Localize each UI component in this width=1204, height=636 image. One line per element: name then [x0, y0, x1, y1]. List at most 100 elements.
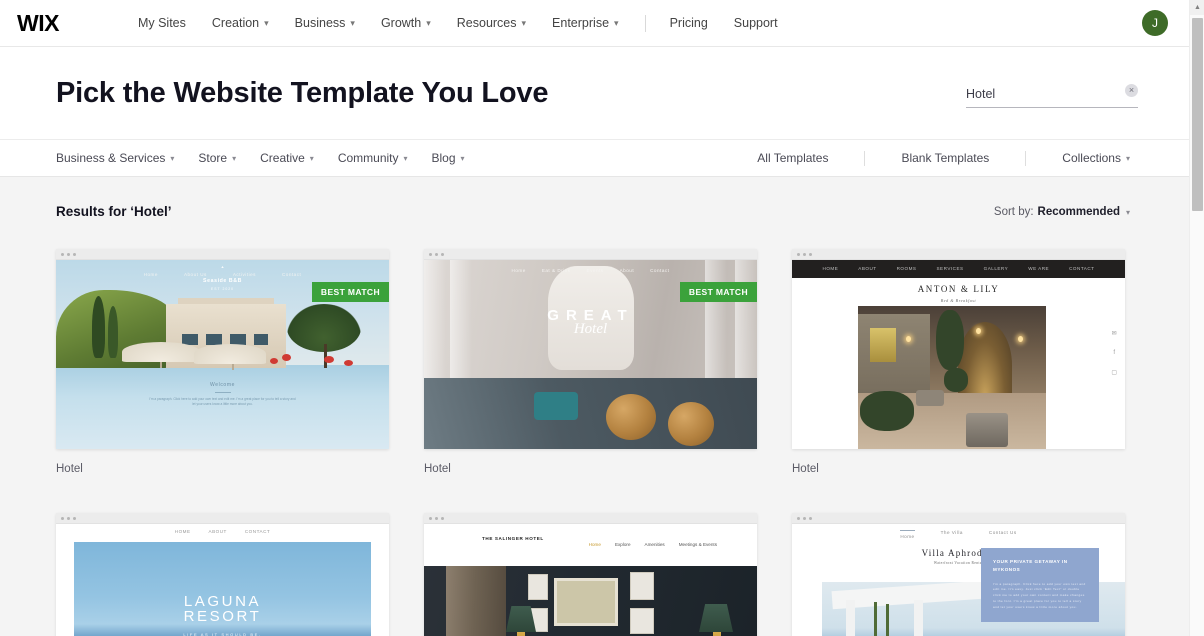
chevron-down-icon: ▾ [1125, 207, 1130, 217]
patio-chair-art [916, 390, 944, 406]
template-nav-item: About [619, 268, 635, 273]
scrollbar[interactable]: ▲ [1189, 0, 1204, 636]
nav-item-pricing[interactable]: Pricing [670, 16, 708, 30]
sort-by-control[interactable]: Sort by: Recommended ▾ [994, 206, 1130, 218]
category-item-blank-templates[interactable]: Blank Templates [901, 151, 989, 165]
template-thumbnail[interactable]: Home The Villa Contact Us Villa Aphrodit… [792, 513, 1125, 636]
nav-item-my-sites[interactable]: My Sites [138, 16, 186, 30]
template-nav-item: ABOUT [858, 266, 877, 271]
template-preview: HOME ABOUT ROOMS SERVICES GALLERY WE ARE… [792, 260, 1125, 449]
wix-logo[interactable]: WIX [17, 10, 59, 37]
nav-divider [1025, 150, 1027, 166]
template-thumbnail[interactable]: Home Eat & Drink Events About Contact GR… [424, 249, 757, 449]
walnut-art [606, 394, 656, 440]
walnut-art [668, 402, 714, 446]
category-item-collections[interactable]: Collections ▾ [1062, 151, 1130, 165]
scrollbar-thumb[interactable] [1192, 18, 1203, 211]
scroll-up-arrow-icon[interactable]: ▲ [1190, 0, 1204, 15]
category-item-store[interactable]: Store ▾ [198, 151, 236, 165]
template-nav-item: ROOMS [896, 266, 917, 271]
template-card[interactable]: Home The Villa Contact Us Villa Aphrodit… [792, 513, 1125, 636]
template-card[interactable]: HOME ABOUT ROOMS SERVICES GALLERY WE ARE… [792, 249, 1125, 475]
facebook-icon[interactable]: f [1113, 350, 1115, 356]
category-item-community[interactable]: Community ▾ [338, 151, 408, 165]
category-item-all-templates[interactable]: All Templates [757, 151, 828, 165]
nav-label: Support [733, 16, 778, 30]
template-nav-item: SERVICES [936, 266, 964, 271]
category-item-business-services[interactable]: Business & Services ▾ [56, 151, 174, 165]
nav-label: Enterprise [552, 16, 610, 30]
category-item-blog[interactable]: Blog ▾ [432, 151, 465, 165]
email-icon[interactable]: ✉ [1112, 330, 1117, 337]
window-art [254, 334, 268, 345]
nav-item-resources[interactable]: Resources ▾ [457, 16, 526, 30]
shrub-art [944, 368, 968, 392]
lit-window-art [870, 328, 896, 362]
chevron-down-icon: ▾ [614, 17, 619, 28]
chevron-down-icon: ▾ [232, 153, 237, 163]
category-item-creative[interactable]: Creative ▾ [260, 151, 314, 165]
nav-item-enterprise[interactable]: Enterprise ▾ [552, 16, 619, 30]
best-match-badge: BEST MATCH [679, 282, 757, 302]
search-input[interactable] [966, 87, 1138, 108]
template-nav-item: GALLERY [983, 266, 1009, 271]
chrome-dot-icon [429, 252, 432, 256]
browser-chrome [424, 249, 757, 260]
basket-art [534, 392, 578, 420]
template-panel-body: I'm a paragraph. Click here to add your … [993, 581, 1086, 610]
curtain-art [446, 566, 506, 636]
chevron-down-icon: ▾ [350, 17, 355, 28]
picture-frame-art [528, 574, 548, 600]
chrome-dot-icon [441, 516, 444, 520]
template-thumbnail[interactable]: THE SALINGER HOTEL Home Explore Amenitie… [424, 513, 757, 636]
nav-item-growth[interactable]: Growth ▾ [381, 16, 431, 30]
browser-chrome [56, 513, 389, 524]
nav-divider [644, 14, 646, 32]
template-panel-title: YOUR PRIVATE GETAWAY IN MYKONOS [993, 559, 1068, 573]
template-preview: Home Eat & Drink Events About Contact GR… [424, 260, 757, 449]
hero-section: Pick the Website Template You Love × [0, 47, 1204, 139]
avatar[interactable]: J [1142, 10, 1168, 36]
nav-item-creation[interactable]: Creation ▾ [212, 16, 269, 30]
nav-item-business[interactable]: Business ▾ [295, 16, 355, 30]
flower-art [344, 360, 353, 366]
category-label: Collections [1062, 151, 1121, 165]
template-nav: Home Eat & Drink Events About Contact [424, 268, 757, 273]
template-card[interactable]: HOME ABOUT CONTACT LAGUNA RESORT LIFE AS… [56, 513, 389, 636]
clear-search-icon[interactable]: × [1125, 84, 1138, 97]
template-preview: HOME ABOUT CONTACT LAGUNA RESORT LIFE AS… [56, 524, 389, 636]
chevron-down-icon: ▾ [521, 17, 527, 28]
chrome-dot-icon [67, 516, 70, 520]
template-nav-item: Home [143, 272, 158, 277]
chrome-dot-icon [429, 516, 432, 520]
interior-photo-art [424, 566, 757, 636]
template-nav-item: Home [588, 542, 601, 547]
template-thumbnail[interactable]: HOME ABOUT ROOMS SERVICES GALLERY WE ARE… [792, 249, 1125, 449]
vine-art [886, 604, 889, 636]
chevron-down-icon: ▾ [309, 153, 314, 163]
category-label: Blank Templates [901, 151, 990, 165]
template-thumbnail[interactable]: HOME ABOUT CONTACT LAGUNA RESORT LIFE AS… [56, 513, 389, 636]
template-nav-item: Eat & Drink [541, 268, 571, 273]
flower-art [270, 358, 278, 364]
browser-chrome [792, 249, 1125, 260]
page-root: WIX My Sites Creation ▾ Business ▾ Growt… [0, 0, 1204, 636]
template-nav-item: Home [511, 268, 526, 273]
template-card[interactable]: THE SALINGER HOTEL Home Explore Amenitie… [424, 513, 757, 636]
template-card[interactable]: Home Eat & Drink Events About Contact GR… [424, 249, 757, 475]
template-nav: HOME ABOUT CONTACT [56, 529, 389, 534]
picture-frame-art [630, 572, 654, 600]
flower-art [324, 356, 334, 363]
cypress-art [108, 306, 118, 358]
template-section-title: Welcome [210, 382, 235, 388]
template-thumbnail[interactable]: Home About Us Activities Contact ⛰ Seasi… [56, 249, 389, 449]
chevron-down-icon: ▾ [264, 17, 269, 28]
umbrella-art [194, 344, 266, 364]
template-section: Welcome I'm a paragraph. Click here to a… [148, 382, 298, 408]
main-nav: My Sites Creation ▾ Business ▾ Growth ▾ … [138, 14, 804, 32]
instagram-icon[interactable]: ▢ [1111, 369, 1117, 376]
nav-item-support[interactable]: Support [734, 16, 778, 30]
lamp-shade-art [699, 604, 733, 632]
template-card[interactable]: Home About Us Activities Contact ⛰ Seasi… [56, 249, 389, 475]
template-tagline: LIFE AS IT SHOULD BE. [183, 632, 262, 636]
